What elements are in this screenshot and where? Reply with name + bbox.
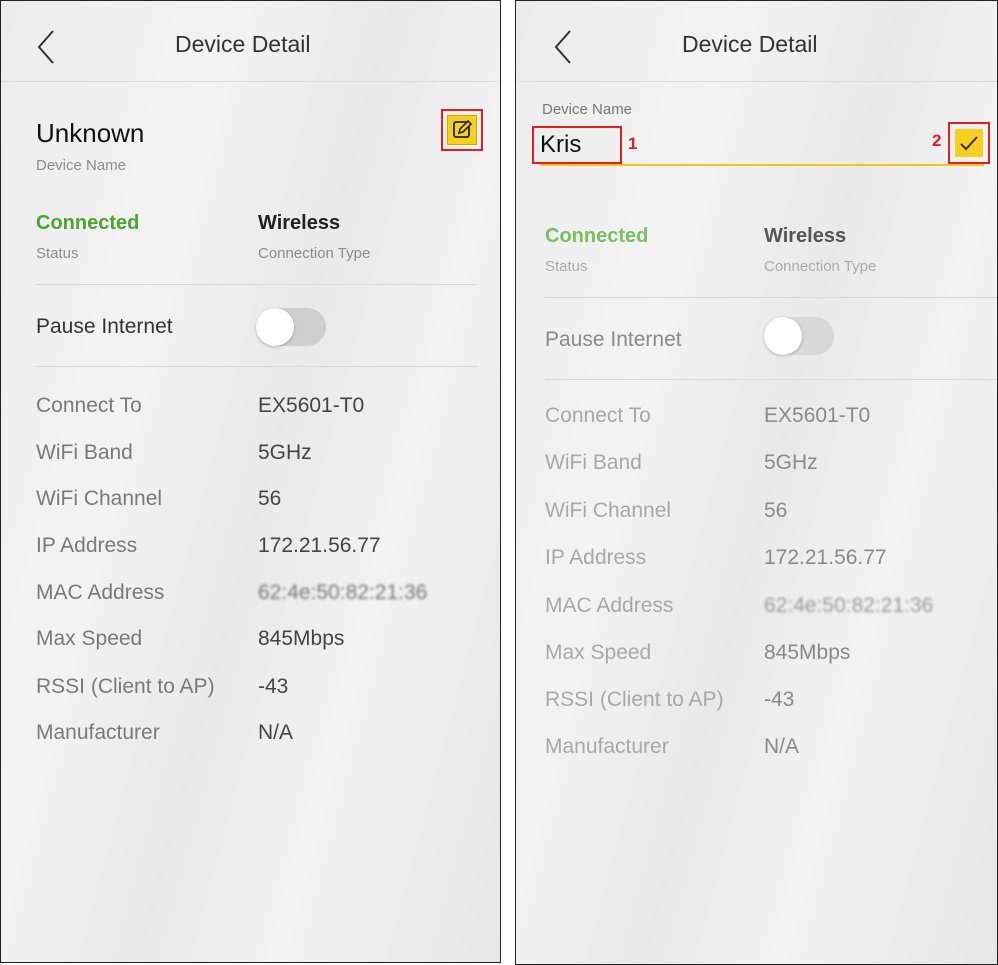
row-value-ip-address: 172.21.56.77 xyxy=(258,534,381,557)
pause-internet-label: Pause Internet xyxy=(545,328,682,351)
row-label-connect-to: Connect To xyxy=(545,404,651,427)
row-label-wifi-band: WiFi Band xyxy=(545,451,642,474)
row-label-max-speed: Max Speed xyxy=(545,641,652,664)
pause-internet-toggle[interactable] xyxy=(256,308,326,346)
pause-internet-toggle[interactable] xyxy=(764,317,834,355)
status-label: Status xyxy=(36,245,79,262)
input-underline xyxy=(540,164,984,166)
device-detail-screen-view: Device Detail Unknown Device Name Connec… xyxy=(0,0,501,963)
status-label: Status xyxy=(545,258,588,275)
row-value-mac-address: 62:4e:50:82:21:36 xyxy=(764,594,934,617)
row-value-wifi-channel: 56 xyxy=(764,499,788,522)
divider xyxy=(36,284,477,285)
connection-type-value: Wireless xyxy=(258,212,341,234)
row-value-rssi: -43 xyxy=(258,675,289,698)
connection-type-value: Wireless xyxy=(764,225,847,247)
row-label-rssi: RSSI (Client to AP) xyxy=(36,675,215,698)
confirm-name-button[interactable] xyxy=(955,129,983,157)
row-label-max-speed: Max Speed xyxy=(36,627,143,650)
row-label-manufacturer: Manufacturer xyxy=(545,735,669,758)
toggle-knob xyxy=(256,308,294,346)
status-value: Connected xyxy=(36,212,140,234)
row-value-manufacturer: N/A xyxy=(764,735,800,758)
row-value-wifi-channel: 56 xyxy=(258,487,282,510)
annotation-marker-2: 2 xyxy=(932,131,942,150)
row-label-wifi-channel: WiFi Channel xyxy=(36,487,163,510)
chevron-left-icon xyxy=(550,27,578,67)
device-name-label: Device Name xyxy=(542,101,633,118)
pause-internet-label: Pause Internet xyxy=(36,315,173,338)
edit-name-button[interactable] xyxy=(447,115,477,145)
row-label-wifi-channel: WiFi Channel xyxy=(545,499,672,522)
page-title: Device Detail xyxy=(175,31,311,57)
row-value-wifi-band: 5GHz xyxy=(764,451,818,474)
row-value-wifi-band: 5GHz xyxy=(258,441,312,464)
chevron-left-icon xyxy=(33,27,61,67)
device-name: Unknown xyxy=(36,118,145,148)
device-detail-screen-edit: Device Detail Device Name 1 2 Connected … xyxy=(515,0,998,965)
back-button[interactable] xyxy=(550,27,578,67)
row-label-mac-address: MAC Address xyxy=(545,594,674,617)
back-button[interactable] xyxy=(33,27,61,67)
row-value-max-speed: 845Mbps xyxy=(764,641,851,664)
row-value-max-speed: 845Mbps xyxy=(258,627,345,650)
row-label-rssi: RSSI (Client to AP) xyxy=(545,688,724,711)
page-title: Device Detail xyxy=(682,31,818,57)
row-label-connect-to: Connect To xyxy=(36,394,142,417)
divider xyxy=(545,297,997,298)
row-label-ip-address: IP Address xyxy=(545,546,647,569)
row-value-ip-address: 172.21.56.77 xyxy=(764,546,887,569)
row-value-rssi: -43 xyxy=(764,688,795,711)
edit-icon xyxy=(448,119,476,148)
device-name-label: Device Name xyxy=(36,157,127,174)
header-divider xyxy=(516,81,997,82)
connection-type-label: Connection Type xyxy=(258,245,371,262)
row-label-wifi-band: WiFi Band xyxy=(36,441,133,464)
row-label-ip-address: IP Address xyxy=(36,534,138,557)
connection-type-label: Connection Type xyxy=(764,258,877,275)
row-label-mac-address: MAC Address xyxy=(36,581,165,604)
toggle-knob xyxy=(764,317,802,355)
divider xyxy=(545,379,997,380)
annotation-marker-1: 1 xyxy=(628,134,638,153)
annotation-highlight-name-input xyxy=(532,126,622,164)
check-icon xyxy=(955,136,983,161)
status-value: Connected xyxy=(545,225,649,247)
row-value-connect-to: EX5601-T0 xyxy=(258,394,365,417)
row-value-manufacturer: N/A xyxy=(258,721,294,744)
row-value-mac-address: 62:4e:50:82:21:36 xyxy=(258,581,428,604)
row-value-connect-to: EX5601-T0 xyxy=(764,404,871,427)
row-label-manufacturer: Manufacturer xyxy=(36,721,160,744)
header-divider xyxy=(1,81,500,82)
divider xyxy=(36,366,477,367)
